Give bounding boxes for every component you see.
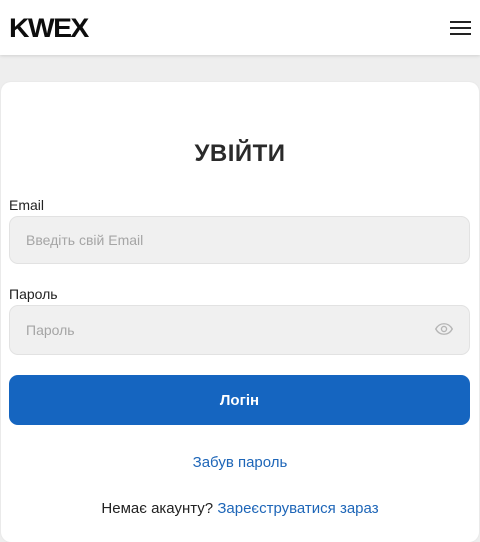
password-field-container bbox=[9, 305, 470, 355]
menu-line bbox=[450, 33, 471, 35]
email-label: Email bbox=[9, 197, 45, 213]
signup-link[interactable]: Зареєструватися зараз bbox=[217, 500, 378, 517]
forgot-password-link[interactable]: Забув пароль bbox=[0, 454, 480, 471]
kwex-logo[interactable]: KWEX bbox=[9, 13, 89, 43]
password-field[interactable] bbox=[10, 306, 469, 354]
no-account-text: Немає акаунту? bbox=[101, 500, 214, 517]
eye-icon[interactable] bbox=[435, 322, 453, 336]
top-header: KWEX bbox=[0, 0, 480, 55]
menu-line bbox=[450, 27, 471, 29]
hamburger-menu-icon[interactable] bbox=[450, 19, 472, 37]
signup-row: Немає акаунту? Зареєструватися зараз bbox=[0, 500, 480, 517]
email-field-container bbox=[9, 216, 470, 264]
login-button[interactable]: Логін bbox=[9, 375, 470, 425]
page-title: УВІЙТИ bbox=[194, 140, 286, 167]
password-label: Пароль bbox=[9, 286, 58, 302]
email-field[interactable] bbox=[10, 217, 469, 263]
menu-line bbox=[450, 21, 471, 23]
